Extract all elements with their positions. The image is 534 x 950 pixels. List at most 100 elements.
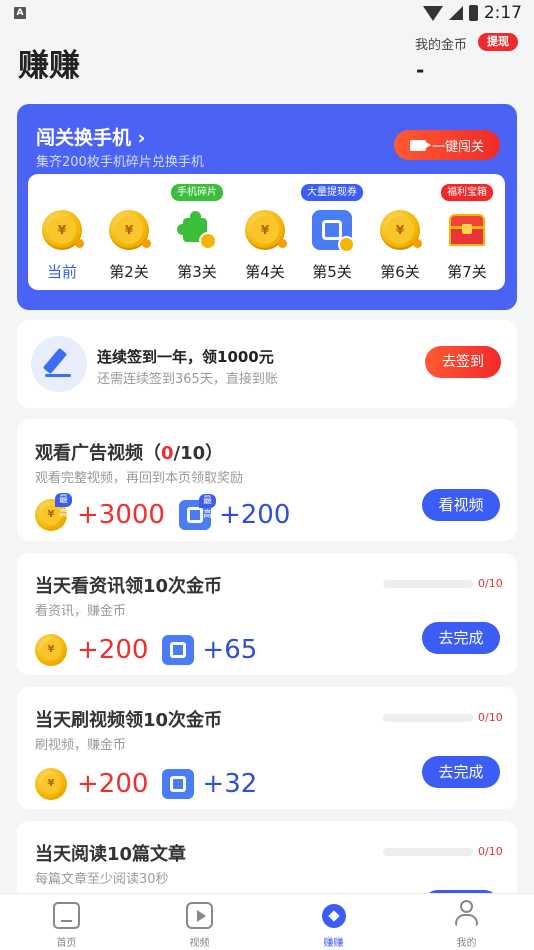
profile-icon [460,900,473,913]
tab-label: 首页 [56,938,77,949]
level-item[interactable]: 大量提现券 第5关 [301,174,363,290]
task-title-suffix: /10） [173,443,224,464]
task-card-watch-videos: 当天刷视频领10次金币 刷视频，赚金币 0/10 ¥ +200 +32 去完成 [17,687,517,809]
coin-reward: +200 [77,635,149,665]
ticket-reward: +200 [218,500,291,530]
reward-row: ¥ 最高 +3000 最高 +200 [35,493,291,535]
page-title: 赚赚 [18,48,80,84]
task-progress-bar [383,848,473,856]
task-progress-bar [383,714,473,722]
level-label: 第7关 [447,263,487,281]
tab-earn[interactable]: 赚赚 [267,894,400,950]
my-coins-value: - [416,58,425,82]
ticket-icon: 最高 [178,494,216,530]
task-subtitle: 看资讯，赚金币 [35,604,127,619]
level-item[interactable]: 福利宝箱第7关 [437,174,497,290]
task-title-prefix: 观看广告视频（ [35,443,161,464]
earn-icon [322,904,346,928]
coin-symbol: ¥ [115,216,143,244]
level-item[interactable]: ¥ 第4关 [235,174,295,290]
task-subtitle: 每篇文章至少阅读30秒 [35,872,169,887]
level-label: 第4关 [245,263,285,281]
signin-subtitle: 还需连续签到365天，直接到账 [97,372,278,387]
one-click-challenge-label: 一键闯关 [431,139,484,155]
ticket-icon [162,635,195,665]
task-title: 观看广告视频（0/10） [35,439,223,465]
one-click-challenge-button[interactable]: 一键闯关 [394,130,500,160]
task-card-watch-ads: 观看广告视频（0/10） 观看完整视频，再回到本页领取奖励 ¥ 最高 +3000… [17,419,517,541]
withdraw-button[interactable]: 提现 [478,33,518,51]
task-progress-bar [383,580,473,588]
task-progress-text: 0/10 [478,845,503,858]
coin-symbol: ¥ [48,216,76,244]
coin-icon: ¥ [380,210,422,250]
coin-icon: ¥ [42,210,84,250]
complete-button[interactable]: 去完成 [422,756,500,788]
coin-symbol: ¥ [251,216,279,244]
wifi-icon [422,5,443,21]
video-camera-icon [409,139,431,151]
task-title-count: 0 [161,443,174,464]
ticket-icon [162,769,195,799]
tab-label: 赚赚 [323,938,344,949]
tab-home[interactable]: 首页 [0,894,133,950]
tab-video[interactable]: 视频 [133,894,266,950]
reward-row: ¥ +200 +65 [35,630,257,670]
task-title: 当天刷视频领10次金币 [35,710,223,731]
task-subtitle: 刷视频，赚金币 [35,738,127,753]
task-progress-text: 0/10 [478,711,503,724]
coin-icon: ¥ [109,210,151,250]
level-label: 第5关 [312,263,352,281]
my-coins-label: 我的金币 [415,38,468,53]
coin-icon: ¥ [35,768,67,800]
tab-profile[interactable]: 我的 [400,894,533,950]
level-label: 第3关 [177,263,217,281]
level-item[interactable]: ¥ 第2关 [99,174,159,290]
chevron-right-icon: › [137,127,146,149]
level-track: ¥ 当前 ¥ 第2关 手机碎片 第3关 ¥ 第4关 大量提现券 第5关 ¥ 第6关 福利宝箱 第7关 [28,174,505,290]
battery-icon [468,5,478,21]
puzzle-icon [177,210,217,250]
signin-title: 连续签到一年，领1000元 [97,348,274,366]
level-item[interactable]: ¥ 第6关 [370,174,430,290]
signin-button[interactable]: 去签到 [425,346,501,378]
level-item[interactable]: ¥ 当前 [32,174,92,290]
signin-icon-circle [31,336,87,392]
video-icon [186,902,213,929]
coin-icon: ¥ [245,210,287,250]
status-icons: 2:17 [422,3,522,23]
level-label: 第6关 [380,263,420,281]
task-progress-text: 0/10 [478,577,503,590]
home-icon [53,902,80,929]
task-card-read-news: 当天看资讯领10次金币 看资讯，赚金币 0/10 ¥ +200 +65 去完成 [17,553,517,675]
coin-symbol: ¥ [41,774,61,794]
task-title: 当天阅读10篇文章 [35,844,187,865]
task-title: 当天看资讯领10次金币 [35,576,223,597]
signin-card: 连续签到一年，领1000元 还需连续签到365天，直接到账 去签到 [17,320,517,408]
ticket-reward: +32 [202,769,258,799]
coin-symbol: ¥ [386,216,414,244]
level-card-subtitle: 集齐200枚手机碎片兑换手机 [36,155,204,170]
coin-icon: ¥ [35,634,67,666]
status-bar: A 2:17 [0,0,534,30]
coin-icon: ¥ 最高 [35,493,73,531]
level-tag: 福利宝箱 [441,184,493,201]
ticket-reward: +65 [202,635,258,665]
notification-icon: A [14,7,26,19]
coin-reward: +200 [77,769,149,799]
ticket-inner [170,642,187,658]
profile-icon-body [455,914,478,926]
reward-row: ¥ +200 +32 [35,764,257,804]
coin-symbol: ¥ [41,640,61,660]
complete-button[interactable]: 去完成 [422,622,500,654]
max-tag: 最高 [198,494,216,520]
level-label: 当前 [46,263,77,281]
level-label: 第2关 [109,263,149,281]
level-item[interactable]: 手机碎片第3关 [167,174,227,290]
watch-video-button[interactable]: 看视频 [422,489,500,521]
status-time: 2:17 [483,3,522,23]
level-card-title-link[interactable]: 闯关换手机 › [36,123,145,150]
level-tag: 手机碎片 [171,184,223,201]
ticket-inner [186,507,203,523]
pen-underline [45,374,71,377]
